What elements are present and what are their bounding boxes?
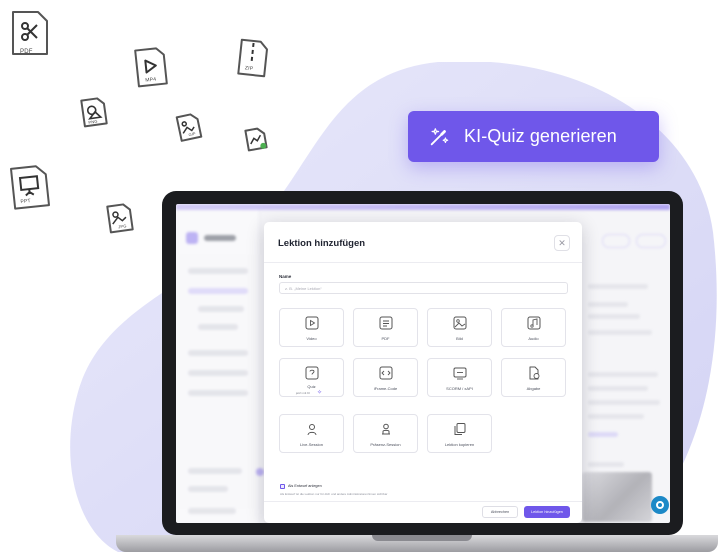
image-icon — [453, 316, 467, 330]
lesson-type-label: Quiz — [307, 384, 316, 389]
sidebar-item — [188, 350, 248, 356]
content-line — [588, 302, 628, 307]
lesson-type-label: Live-Session — [300, 442, 323, 447]
jpg-file-icon: JPG — [104, 200, 136, 236]
content-line — [588, 330, 652, 335]
lesson-type-label: PDF — [381, 336, 390, 341]
video-icon — [305, 316, 319, 330]
lesson-type-iframe[interactable]: iFrame-Code — [353, 358, 418, 397]
lesson-type-quiz[interactable]: Quiz jetzt mit KI ✧ — [279, 358, 344, 397]
sidebar-item — [188, 268, 248, 274]
content-line — [588, 314, 640, 319]
modal-title: Lektion hinzufügen — [278, 238, 366, 249]
close-icon: ✕ — [558, 237, 566, 248]
sidebar-item — [188, 370, 248, 376]
chat-icon — [656, 501, 664, 509]
content-line — [588, 432, 618, 437]
modal-close-button[interactable]: ✕ — [554, 235, 570, 251]
chat-support-button[interactable] — [651, 496, 669, 514]
app-logo-text — [204, 235, 236, 241]
ppt-file-icon: PPT — [8, 162, 53, 212]
live-session-icon — [307, 424, 317, 436]
sidebar-item — [198, 306, 244, 312]
lesson-type-presence-session[interactable]: Präsenz-Session — [353, 414, 418, 453]
embed-icon — [379, 366, 393, 380]
lesson-type-label: iFrame-Code — [373, 386, 398, 391]
name-label: Name — [279, 274, 292, 279]
lesson-type-label: Audio — [528, 336, 539, 341]
lesson-type-video[interactable]: Video — [279, 308, 344, 347]
app-sidebar — [176, 210, 264, 523]
add-lesson-modal: Lektion hinzufügen ✕ Name z. B. „Meine L… — [264, 222, 582, 523]
lesson-type-live-session[interactable]: Live-Session — [279, 414, 344, 453]
scorm-icon — [453, 367, 467, 380]
sidebar-item-active — [188, 288, 248, 294]
draft-checkbox-label: Als Entwurf anlegen — [288, 484, 322, 488]
pdf-icon — [379, 316, 393, 330]
draft-checkbox-hint: Als Entwurf ist die Lektion nur für dich… — [280, 492, 388, 496]
copy-icon — [454, 423, 466, 435]
submission-icon — [529, 366, 540, 380]
mp4-file-label: MP4 — [145, 76, 157, 84]
header-pill — [602, 234, 630, 248]
lesson-type-label: Präsenz-Session — [370, 442, 401, 447]
sidebar-item — [188, 390, 248, 396]
lesson-type-label: SCORM / xAPI — [446, 386, 473, 391]
content-line — [588, 386, 648, 391]
modal-footer-divider — [264, 501, 582, 502]
add-lesson-button[interactable]: Lektion hinzufügen — [524, 506, 570, 518]
lesson-type-audio[interactable]: Audio — [501, 308, 566, 347]
lesson-type-label: Abgabe — [526, 386, 541, 391]
sidebar-item — [198, 324, 238, 330]
zip-file-label: ZIP — [244, 65, 254, 73]
content-line — [588, 400, 660, 405]
content-line — [588, 462, 624, 467]
laptop-screen: Lektion hinzufügen ✕ Name z. B. „Meine L… — [176, 204, 670, 523]
sidebar-item — [188, 508, 236, 514]
audio-icon — [527, 316, 541, 330]
zip-file-icon: ZIP — [235, 36, 271, 79]
draft-checkbox[interactable] — [280, 484, 285, 489]
content-line — [588, 372, 658, 377]
lesson-type-scorm[interactable]: SCORM / xAPI — [427, 358, 492, 397]
ai-badge: jetzt mit KI — [296, 391, 311, 395]
lesson-type-image[interactable]: Bild — [427, 308, 492, 347]
lesson-name-input[interactable]: z. B. „Meine Lektion“ — [279, 282, 568, 294]
ai-quiz-generate-label: KI-Quiz generieren — [464, 126, 617, 146]
lesson-type-label: Video — [306, 336, 317, 341]
video-file-icon: MP4 — [132, 44, 170, 89]
lesson-type-copy[interactable]: Lektion kopieren — [427, 414, 492, 453]
cancel-button[interactable]: Abbrechen — [482, 506, 518, 518]
pdf-file-icon: PDF — [10, 9, 50, 57]
content-line — [588, 284, 648, 289]
lesson-type-pdf[interactable]: PDF — [353, 308, 418, 347]
sidebar-item — [188, 486, 228, 492]
quiz-icon — [305, 366, 319, 380]
presence-session-icon — [382, 423, 390, 435]
content-line — [588, 414, 644, 419]
modal-divider — [264, 262, 582, 263]
ppt-file-label: PPT — [20, 198, 32, 206]
lesson-type-label: Lektion kopieren — [444, 442, 475, 447]
lesson-type-submission[interactable]: Abgabe — [501, 358, 566, 397]
app-logo — [186, 232, 198, 244]
sidebar-item — [188, 468, 242, 474]
magic-wand-icon: ✧ — [317, 390, 323, 396]
content-thumbnail — [582, 472, 652, 522]
lesson-type-label: Bild — [456, 336, 463, 341]
image-file-icon — [242, 124, 270, 154]
notification-dot — [256, 468, 264, 476]
ai-quiz-generate-button[interactable]: KI-Quiz generieren — [408, 111, 659, 162]
png-file-icon: PNG — [78, 94, 110, 130]
header-pill — [636, 234, 666, 248]
laptop-notch — [372, 535, 472, 541]
pdf-file-label: PDF — [20, 49, 33, 55]
magic-wand-icon — [430, 127, 449, 145]
